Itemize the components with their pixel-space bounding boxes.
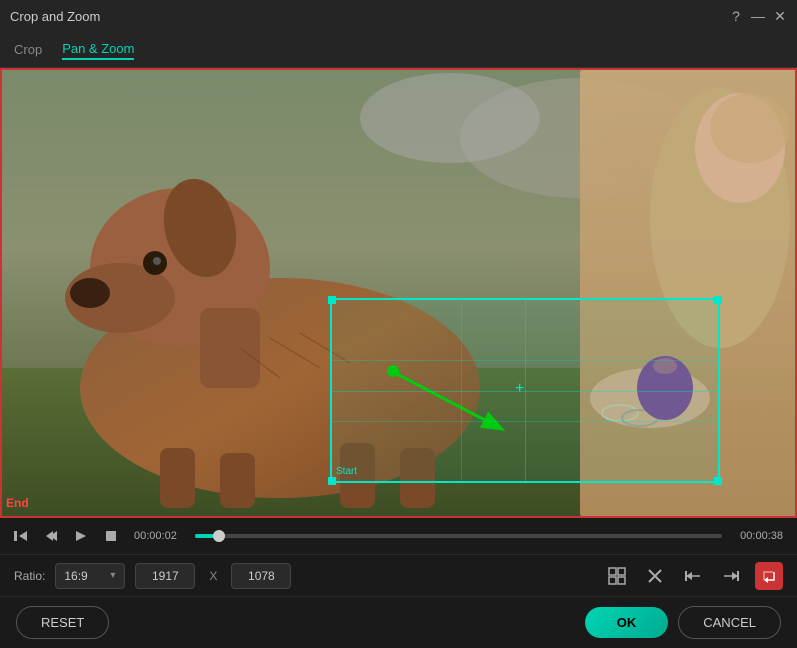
grid-line-h1 (332, 360, 718, 361)
reset-button[interactable]: RESET (16, 606, 109, 639)
minimize-button[interactable]: — (751, 9, 765, 23)
step-back-button[interactable] (40, 525, 62, 547)
tabs-row: Crop Pan & Zoom (0, 32, 797, 68)
align-right-button[interactable] (717, 562, 745, 590)
play-button[interactable] (70, 525, 92, 547)
playback-controls: 00:00:02 00:00:38 (0, 518, 797, 554)
start-label: Start (336, 466, 357, 477)
swap-icon (760, 567, 778, 585)
panzoom-selection-box[interactable]: Start (330, 298, 720, 483)
skip-back-button[interactable] (10, 525, 32, 547)
ok-button[interactable]: OK (585, 607, 669, 638)
grid-line-v1 (461, 300, 462, 481)
step-back-icon (44, 529, 58, 543)
center-crosshair (518, 384, 532, 398)
video-area: End Start (0, 68, 797, 518)
fullscreen-split-button[interactable] (603, 562, 631, 590)
crop-clear-icon (646, 567, 664, 585)
corner-handle-tl[interactable] (328, 296, 336, 304)
close-button[interactable]: ✕ (773, 9, 787, 23)
align-right-icon (722, 567, 740, 585)
tab-pan-zoom[interactable]: Pan & Zoom (62, 39, 134, 60)
corner-handle-br[interactable] (714, 477, 722, 485)
cancel-button[interactable]: CANCEL (678, 606, 781, 639)
window-controls: ? — ✕ (729, 9, 787, 23)
stop-button[interactable] (100, 525, 122, 547)
grid-line-v2 (589, 300, 590, 481)
swap-button[interactable] (755, 562, 783, 590)
time-current: 00:00:02 (134, 530, 177, 542)
stop-icon (105, 530, 117, 542)
settings-row: Ratio: 16:9 4:3 1:1 9:16 Custom ▾ X (0, 554, 797, 596)
title-bar: Crop and Zoom ? — ✕ (0, 0, 797, 32)
tab-crop[interactable]: Crop (14, 40, 42, 59)
align-left-button[interactable] (679, 562, 707, 590)
help-button[interactable]: ? (729, 9, 743, 23)
progress-thumb[interactable] (213, 530, 225, 542)
ratio-select-container[interactable]: 16:9 4:3 1:1 9:16 Custom ▾ (55, 563, 125, 589)
progress-track[interactable] (195, 534, 722, 538)
fullscreen-split-icon (608, 567, 626, 585)
ratio-select[interactable]: 16:9 4:3 1:1 9:16 Custom (64, 569, 106, 583)
grid-line-h2 (332, 421, 718, 422)
crop-clear-button[interactable] (641, 562, 669, 590)
width-input[interactable] (135, 563, 195, 589)
select-chevron: ▾ (110, 570, 115, 581)
corner-handle-bl[interactable] (328, 477, 336, 485)
video-content: End Start (0, 68, 797, 518)
ratio-label: Ratio: (14, 569, 45, 583)
play-icon (74, 529, 88, 543)
dimension-separator: X (209, 569, 217, 583)
end-label: End (6, 496, 29, 510)
corner-handle-tr[interactable] (714, 296, 722, 304)
action-bar: RESET OK CANCEL (0, 596, 797, 648)
align-left-icon (684, 567, 702, 585)
window-title: Crop and Zoom (10, 9, 100, 24)
skip-back-icon (14, 529, 28, 543)
height-input[interactable] (231, 563, 291, 589)
time-total: 00:00:38 (740, 530, 783, 542)
